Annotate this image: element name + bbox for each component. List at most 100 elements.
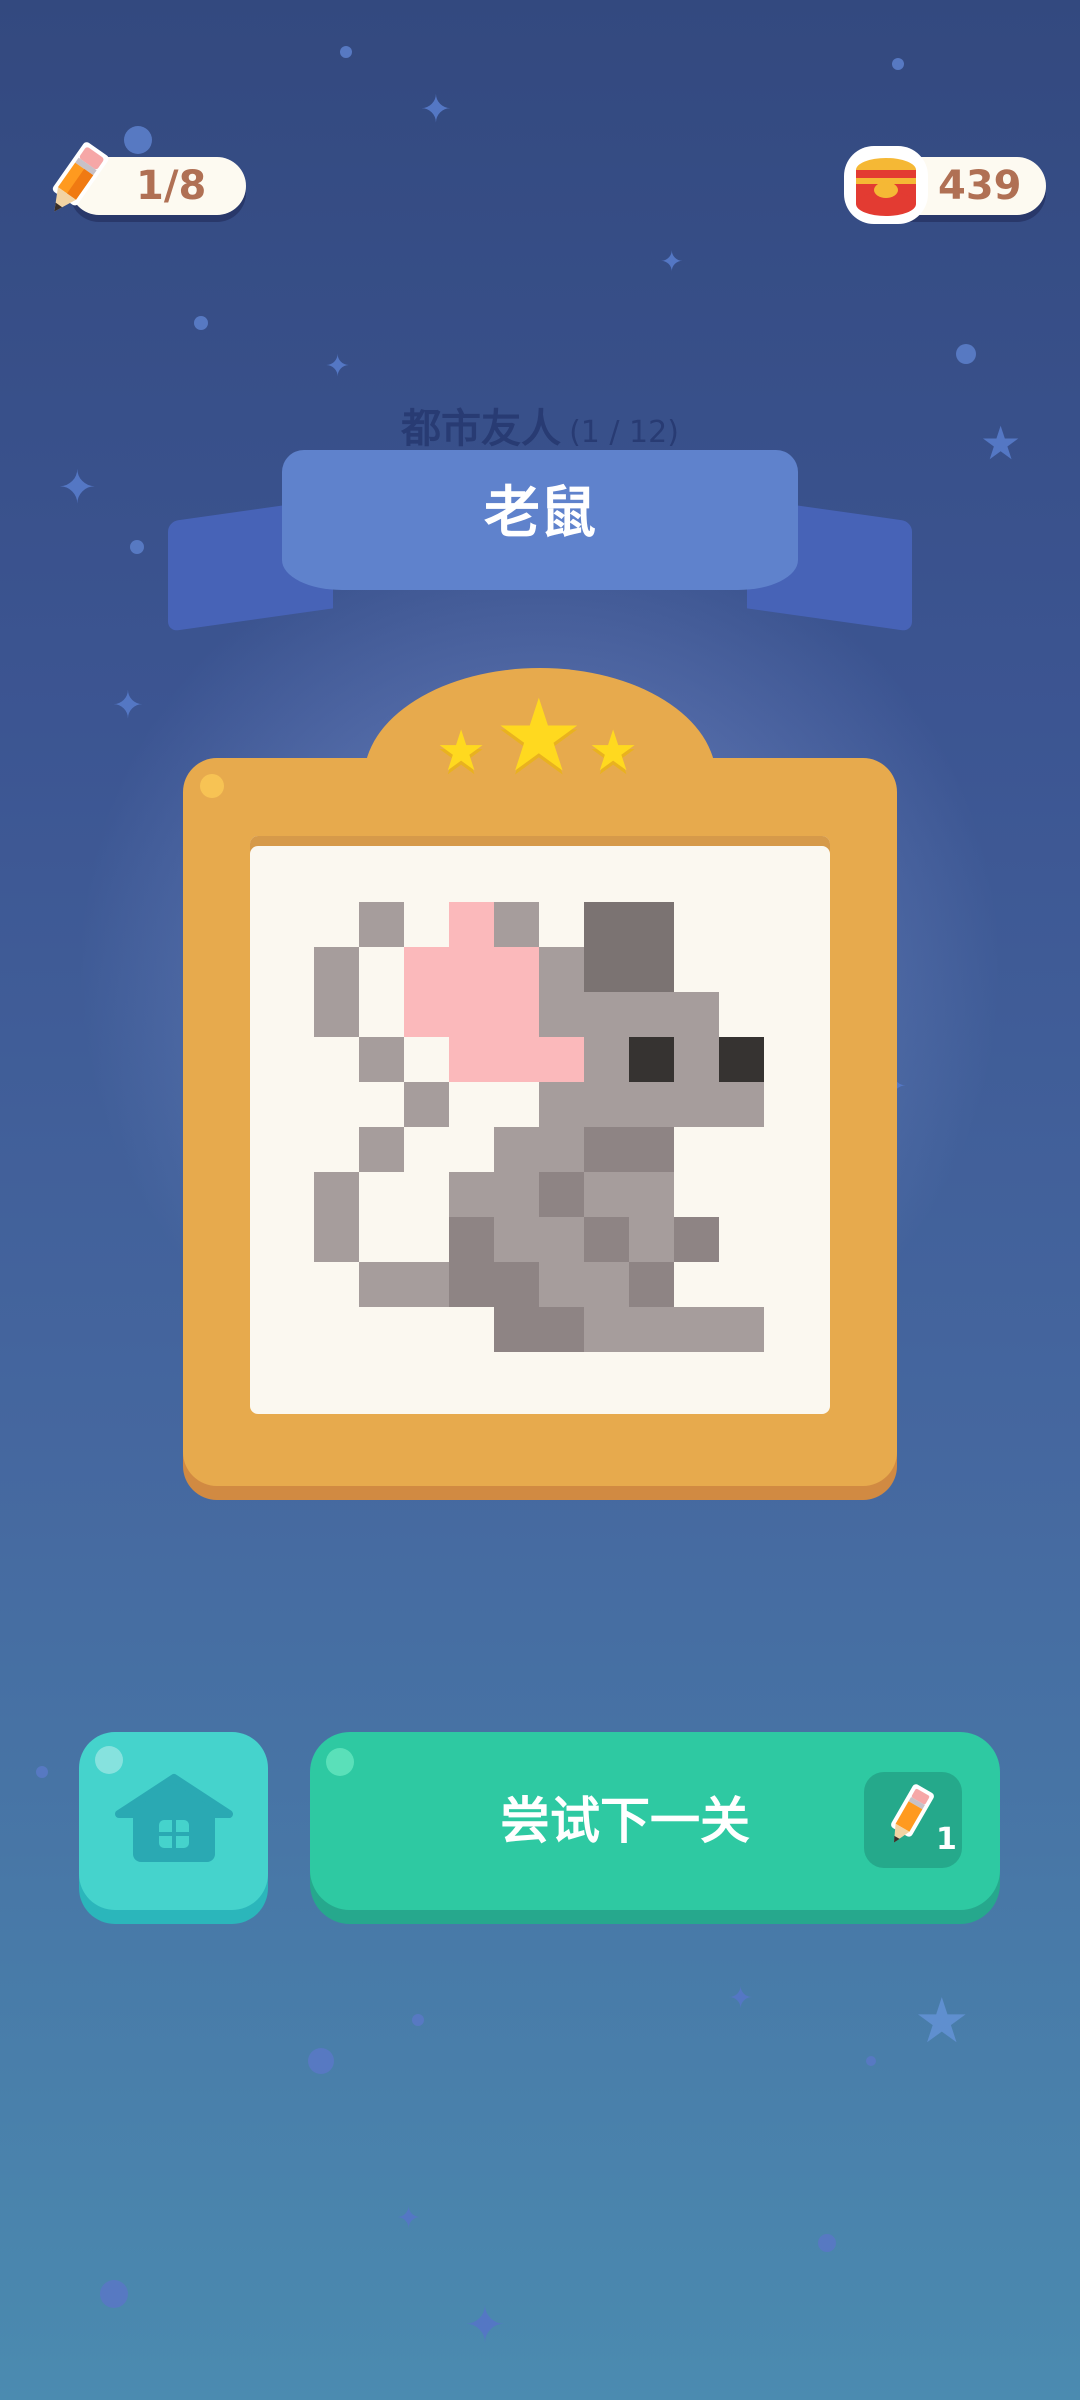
pixel-cell — [449, 902, 494, 947]
pixel-cell — [314, 1217, 359, 1262]
pixel-cell — [719, 1307, 764, 1352]
pixel-cell — [584, 947, 629, 992]
pixel-cell — [584, 1037, 629, 1082]
pixel-cell — [674, 1307, 719, 1352]
next-level-cost: 1 — [864, 1772, 962, 1868]
pixel-cell — [359, 1262, 404, 1307]
pixel-cell — [584, 1307, 629, 1352]
pixel-cell — [404, 1262, 449, 1307]
button-gloss — [95, 1746, 123, 1774]
sparkle-icon: ✦ — [728, 1981, 754, 2016]
pixel-cell — [359, 902, 404, 947]
coin-can-icon — [844, 146, 928, 224]
star-icon: ★ — [494, 677, 584, 794]
next-level-button[interactable]: 尝试下一关 1 — [310, 1732, 1000, 1910]
category-name: 都市友人 — [401, 406, 562, 452]
sparkle-icon: ✦ — [660, 245, 684, 278]
pixel-cell — [629, 1262, 674, 1307]
background-dot — [308, 2048, 334, 2074]
pixel-cell — [629, 1172, 674, 1217]
background-dot — [194, 316, 208, 330]
pixel-cell — [539, 1127, 584, 1172]
background-dot — [412, 2014, 424, 2026]
pixel-cell — [404, 992, 449, 1037]
pixel-cell — [314, 1172, 359, 1217]
pixel-cell — [449, 947, 494, 992]
pixel-cell — [449, 1172, 494, 1217]
star-icon: ★ — [436, 719, 487, 784]
pixel-cell — [359, 1037, 404, 1082]
pixel-cell — [494, 1127, 539, 1172]
pixel-cell — [314, 992, 359, 1037]
background-dot — [36, 1766, 48, 1778]
pixel-cell — [359, 1127, 404, 1172]
pixel-cell — [449, 1037, 494, 1082]
sparkle-icon: ✦ — [58, 460, 97, 514]
background-dot — [956, 344, 976, 364]
sparkle-icon: ✦ — [112, 683, 144, 727]
pixel-cell — [539, 1172, 584, 1217]
pixel-cell — [719, 1082, 764, 1127]
frame-highlight — [200, 774, 224, 798]
pixel-cell — [584, 1172, 629, 1217]
pixel-cell — [494, 947, 539, 992]
pixel-cell — [584, 1262, 629, 1307]
pixel-cell — [629, 1127, 674, 1172]
sparkle-icon: ✦ — [420, 87, 452, 131]
pixel-cell — [449, 1217, 494, 1262]
pixel-cell — [494, 902, 539, 947]
pixel-cell — [539, 1307, 584, 1352]
background-dot — [100, 2280, 128, 2308]
pencil-icon — [891, 1784, 934, 1843]
pixel-cell — [584, 902, 629, 947]
pixel-cell — [494, 1037, 539, 1082]
pixel-cell — [584, 1217, 629, 1262]
pixel-cell — [629, 992, 674, 1037]
level-title: 老鼠 — [484, 481, 596, 546]
cost-count: 1 — [936, 1822, 957, 1857]
pixel-cell — [629, 947, 674, 992]
pixel-cell — [629, 1037, 674, 1082]
pixel-cell — [539, 1217, 584, 1262]
sparkle-icon: ✦ — [396, 2201, 422, 2236]
background-dot — [892, 58, 904, 70]
house-icon — [115, 1774, 233, 1862]
pixel-cell — [494, 992, 539, 1037]
pixel-cell — [674, 1037, 719, 1082]
sparkle-icon: ✦ — [464, 2296, 506, 2354]
pixel-cell — [494, 1307, 539, 1352]
pixel-cell — [494, 1262, 539, 1307]
pixel-cell — [449, 1262, 494, 1307]
level-progress: (1 / 12) — [569, 415, 679, 450]
star-icon: ★ — [914, 1984, 970, 2057]
pixel-canvas — [250, 836, 830, 1414]
pixel-cell — [404, 1082, 449, 1127]
coin-count: 439 — [938, 163, 1022, 209]
pixel-cell — [674, 1217, 719, 1262]
home-button[interactable] — [79, 1732, 268, 1910]
pixel-cell — [674, 1082, 719, 1127]
background-dot — [340, 46, 352, 58]
background-dot — [866, 2056, 876, 2066]
pixel-cell — [584, 1127, 629, 1172]
background-dot — [818, 2234, 836, 2252]
pixel-cell — [629, 1307, 674, 1352]
pixel-cell — [539, 1082, 584, 1127]
pixel-cell — [584, 1082, 629, 1127]
pixel-cell — [629, 1217, 674, 1262]
pixel-cell — [674, 992, 719, 1037]
background-dot — [130, 540, 144, 554]
star-icon: ★ — [980, 416, 1022, 470]
pixel-cell — [314, 947, 359, 992]
pixel-cell — [539, 1262, 584, 1307]
pixel-cell — [539, 947, 584, 992]
pixel-cell — [539, 992, 584, 1037]
pencil-count: 1/8 — [136, 163, 207, 209]
pixel-cell — [404, 947, 449, 992]
pencil-icon — [52, 142, 109, 212]
star-icon: ★ — [588, 719, 639, 784]
pixel-cell — [719, 1037, 764, 1082]
pixel-cell — [494, 1172, 539, 1217]
background-dot — [124, 126, 152, 154]
level-category: 都市友人 (1 / 12) — [340, 396, 740, 454]
